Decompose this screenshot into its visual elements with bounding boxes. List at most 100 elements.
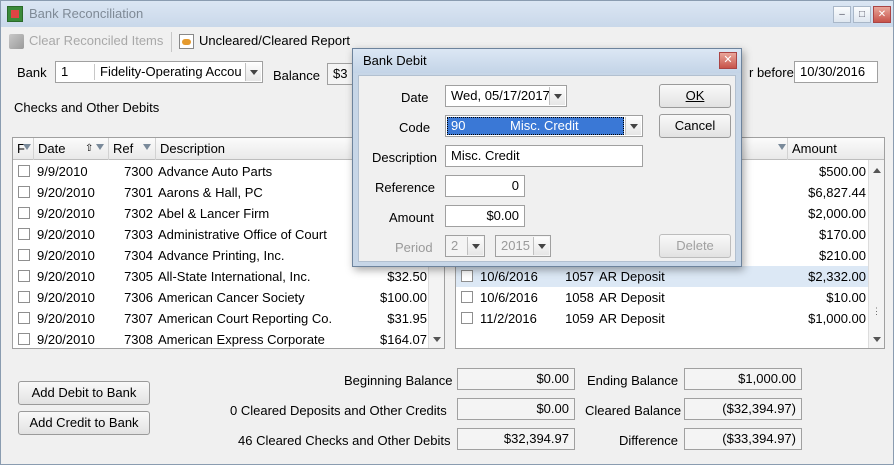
row-description: Advance Printing, Inc. [158,248,285,263]
bank-name: Fidelity-Operating Accou [100,64,242,79]
row-amount: $170.00 [819,227,866,242]
table-row[interactable]: 10/6/2016 1057 AR Deposit $2,332.00 [456,266,884,287]
maximize-button[interactable]: □ [853,6,871,23]
dialog-period-select[interactable]: 2 [445,235,485,257]
row-checkbox[interactable] [18,291,30,303]
row-date: 9/20/2010 [37,332,95,347]
row-ref: 7306 [124,290,153,305]
col-flag[interactable]: F [13,138,34,160]
dialog-cancel-button[interactable]: Cancel [659,114,731,138]
filter-icon[interactable] [778,142,787,153]
row-description: American Court Reporting Co. [158,311,333,326]
table-row[interactable]: 9/20/2010 7305 All-State International, In… [13,266,444,287]
chevron-down-icon[interactable] [245,63,261,81]
row-ref: 7301 [124,185,153,200]
dialog-description-input[interactable]: Misc. Credit [445,145,643,167]
row-checkbox[interactable] [18,186,30,198]
row-amount: $10.00 [826,290,866,305]
row-date: 9/20/2010 [37,248,95,263]
dialog-year-value: 2015 [501,238,530,253]
difference-value: ($33,394.97) [684,428,802,450]
cleared-checks-value: $32,394.97 [457,428,575,450]
dialog-body: Date Wed, 05/17/2017 Code 90 Misc. Credi… [358,75,736,262]
row-description: AR Deposit [599,290,665,305]
scroll-down-icon[interactable] [869,331,884,347]
row-description: Abel & Lancer Firm [158,206,270,221]
bank-select[interactable]: 1 Fidelity-Operating Accou [55,61,263,83]
dialog-close-icon[interactable]: ✕ [719,52,737,69]
row-amount: $6,827.44 [808,185,866,200]
table-row[interactable]: 10/6/2016 1058 AR Deposit $10.00 [456,287,884,308]
row-checkbox[interactable] [461,291,473,303]
close-button[interactable]: ✕ [873,6,891,23]
row-checkbox[interactable] [18,270,30,282]
row-amount: $100.00 [380,290,427,305]
uncleared-report-label: Uncleared/Cleared Report [199,33,351,48]
dialog-code-name: Misc. Credit [510,118,579,133]
checks-section-label: Checks and Other Debits [14,100,160,115]
row-checkbox[interactable] [18,312,30,324]
dialog-year-select[interactable]: 2015 [495,235,551,257]
ending-balance-value: $1,000.00 [684,368,802,390]
row-description: American Cancer Society [158,290,305,305]
table-row[interactable]: 9/20/2010 7307 American Court Reporting Co… [13,308,444,329]
chevron-down-icon[interactable] [533,237,549,255]
dialog-ok-label: OK [685,88,705,103]
row-checkbox[interactable] [18,333,30,345]
table-row[interactable]: 9/20/2010 7306 American Cancer Society $100… [13,287,444,308]
toolbar-separator [171,32,172,52]
row-checkbox[interactable] [18,165,30,177]
row-date: 9/9/2010 [37,164,88,179]
dialog-reference-label: Reference [375,180,435,195]
row-date: 11/2/2016 [480,311,537,326]
row-checkbox[interactable] [461,270,473,282]
row-checkbox[interactable] [18,228,30,240]
uncleared-report-button[interactable]: Uncleared/Cleared Report [175,30,365,54]
chevron-down-icon[interactable] [549,87,565,105]
table-row[interactable]: 9/20/2010 7308 American Express Corporate $… [13,329,444,348]
row-date: 9/20/2010 [37,185,95,200]
row-checkbox[interactable] [18,249,30,261]
filter-icon[interactable] [96,142,105,153]
dialog-date-picker[interactable]: Wed, 05/17/2017 [445,85,567,107]
dialog-code-number: 90 [451,118,466,133]
dialog-delete-label: Delete [676,238,714,253]
chevron-down-icon[interactable] [625,117,641,135]
dialog-delete-button[interactable]: Delete [659,234,731,258]
row-date: 9/20/2010 [37,290,95,305]
before-date-input[interactable]: 10/30/2016 [794,61,878,83]
clear-reconciled-button[interactable]: Clear Reconciled Items [5,30,167,54]
minimize-button[interactable]: – [833,6,851,23]
table-row[interactable]: 11/2/2016 1059 AR Deposit $1,000.00 [456,308,884,329]
row-description: Advance Auto Parts [158,164,273,179]
scroll-up-icon[interactable] [869,160,884,176]
beginning-balance-value: $0.00 [457,368,575,390]
col-amount[interactable]: Amount [788,138,868,160]
scroll-grip-icon[interactable]: ⋮⋮ [872,307,884,320]
filter-icon[interactable] [23,142,32,153]
row-description: AR Deposit [599,269,665,284]
row-ref: 7304 [124,248,153,263]
row-date: 9/20/2010 [37,227,95,242]
bank-number: 1 [61,64,69,79]
col-date[interactable]: Date ⇧ [34,138,109,160]
chevron-down-icon[interactable] [467,237,483,255]
row-date: 10/6/2016 [480,290,538,305]
col-ref[interactable]: Ref [109,138,156,160]
filter-icon[interactable] [143,142,152,153]
row-checkbox[interactable] [461,312,473,324]
dialog-amount-input[interactable]: $0.00 [445,205,525,227]
dialog-ok-button[interactable]: OK [659,84,731,108]
row-ref: 7303 [124,227,153,242]
scroll-down-icon[interactable] [429,331,444,347]
dialog-code-select[interactable]: 90 Misc. Credit [445,115,643,137]
deposits-scrollbar[interactable]: ⋮⋮ [868,160,884,348]
add-credit-button[interactable]: Add Credit to Bank [18,411,150,435]
col-description[interactable]: Description [156,138,366,160]
dialog-reference-input[interactable]: 0 [445,175,525,197]
dialog-description-label: Description [372,150,438,165]
add-debit-button[interactable]: Add Debit to Bank [18,381,150,405]
title-bar: Bank Reconciliation – □ ✕ [1,1,893,27]
row-checkbox[interactable] [18,207,30,219]
row-ref: 7305 [124,269,153,284]
